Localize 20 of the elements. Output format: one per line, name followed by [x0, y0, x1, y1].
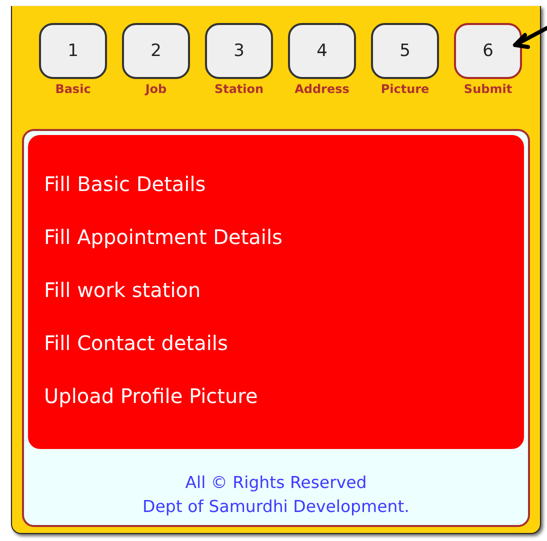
step-label: Basic: [55, 82, 91, 96]
task-item: Fill Appointment Details: [44, 224, 284, 250]
step-label: Station: [214, 82, 264, 96]
arrow-icon: [511, 24, 547, 52]
task-item: Upload Profile Picture: [44, 383, 259, 409]
step-button[interactable]: 6: [454, 23, 522, 79]
step-button[interactable]: 3: [205, 23, 273, 79]
task-item: Fill work station: [44, 277, 202, 303]
task-item: Fill Basic Details: [44, 171, 207, 197]
step-button[interactable]: 5: [371, 23, 439, 79]
footer-text: All © Rights Reserved: [185, 472, 367, 494]
step-label: Submit: [464, 82, 512, 96]
step-label: Job: [145, 82, 167, 96]
step-button[interactable]: 2: [122, 23, 190, 79]
step-label: Picture: [380, 82, 430, 96]
task-item: Fill Contact details: [44, 330, 229, 356]
step-label: Address: [294, 82, 350, 96]
step-button[interactable]: 1: [39, 23, 107, 79]
step-button[interactable]: 4: [288, 23, 356, 79]
footer-text: Dept of Samurdhi Development.: [142, 496, 410, 518]
